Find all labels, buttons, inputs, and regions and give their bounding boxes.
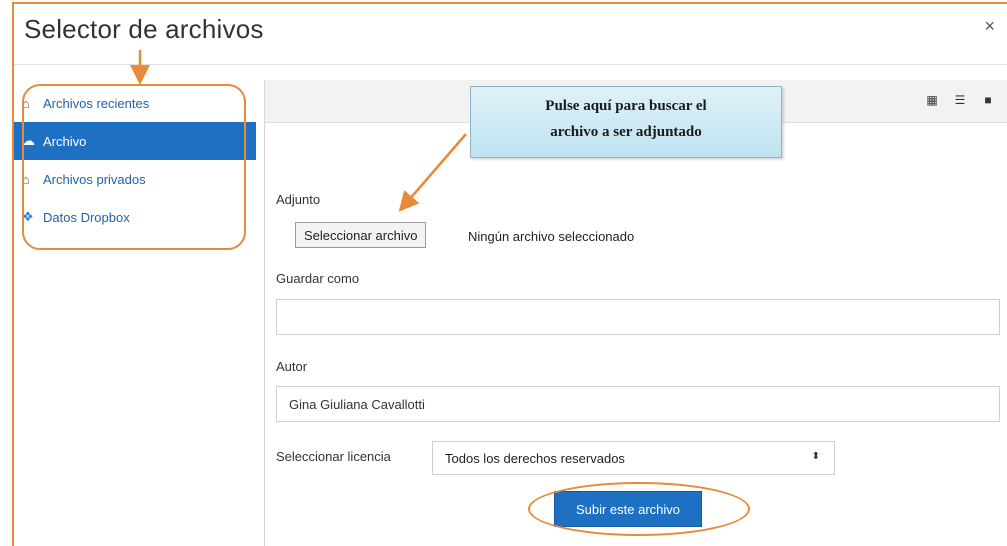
annotation-frame-top	[12, 2, 1007, 4]
save-as-input[interactable]	[276, 299, 1000, 335]
author-input[interactable]	[276, 386, 1000, 422]
license-selected-value: Todos los derechos reservados	[445, 450, 625, 466]
select-chevron-icon: ⬍	[811, 451, 820, 462]
author-label: Autor	[276, 359, 308, 374]
annotation-callout: Pulse aquí para buscar el archivo a ser …	[470, 86, 782, 158]
view-switcher: ▦ ☰ ■	[920, 88, 1000, 112]
choose-file-button[interactable]: Seleccionar archivo	[295, 222, 427, 248]
license-select[interactable]: Todos los derechos reservados ⬍	[432, 441, 835, 475]
file-status-text: Ningún archivo seleccionado	[468, 229, 635, 244]
folder-view-icon[interactable]: ■	[976, 88, 1000, 112]
save-as-label: Guardar como	[276, 271, 360, 286]
sidebar-annotation-highlight	[22, 84, 246, 250]
dialog-title: Selector de archivos	[24, 14, 264, 44]
header-divider	[14, 64, 1007, 65]
callout-line-1: Pulse aquí para buscar el	[545, 98, 707, 114]
attachment-label: Adjunto	[276, 192, 321, 207]
close-button[interactable]: ×	[984, 16, 995, 37]
icons-view-icon[interactable]: ▦	[920, 88, 944, 112]
submit-annotation-highlight	[528, 482, 750, 536]
license-label: Seleccionar licencia	[276, 449, 391, 464]
list-view-icon[interactable]: ☰	[948, 88, 972, 112]
callout-line-2: archivo a ser adjuntado	[550, 124, 702, 140]
